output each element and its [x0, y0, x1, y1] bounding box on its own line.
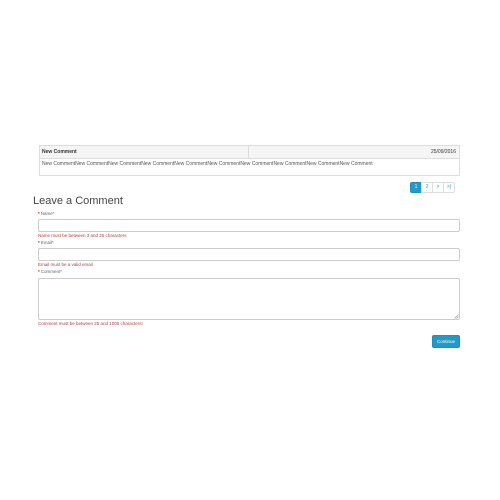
required-marker: *	[38, 211, 40, 216]
review-text: New CommentNew CommentNew CommentNew Com…	[42, 161, 373, 167]
page-title: Leave a Comment	[33, 195, 123, 207]
continue-button[interactable]: Continue	[432, 335, 460, 348]
required-marker: *	[38, 269, 40, 274]
review-table: New Comment 25/09/2016 New CommentNew Co…	[39, 145, 460, 176]
review-author: New Comment	[40, 146, 249, 158]
email-label: *Email*	[38, 240, 54, 246]
page: New Comment 25/09/2016 New CommentNew Co…	[0, 0, 500, 500]
name-field[interactable]	[38, 219, 460, 232]
name-label-text: Name*	[40, 211, 55, 216]
comment-error: Comment must be between 25 and 1000 char…	[38, 321, 143, 326]
email-field[interactable]	[38, 248, 460, 261]
email-error: Email must be a valid email	[38, 262, 93, 267]
comment-textarea[interactable]	[38, 278, 460, 320]
comment-label: *Comment*	[38, 269, 62, 275]
review-header-row: New Comment 25/09/2016	[40, 146, 459, 159]
name-label: *Name*	[38, 211, 55, 217]
email-label-text: Email*	[40, 240, 54, 245]
name-error: Name must be between 3 and 25 characters	[38, 233, 127, 238]
comment-label-text: Comment*	[40, 269, 63, 274]
page-last-link[interactable]: >|	[443, 182, 455, 193]
resize-grip-icon[interactable]	[454, 314, 459, 319]
review-date: 25/09/2016	[430, 149, 456, 155]
required-marker: *	[38, 240, 40, 245]
pagination: 1 2 > >|	[410, 182, 455, 193]
